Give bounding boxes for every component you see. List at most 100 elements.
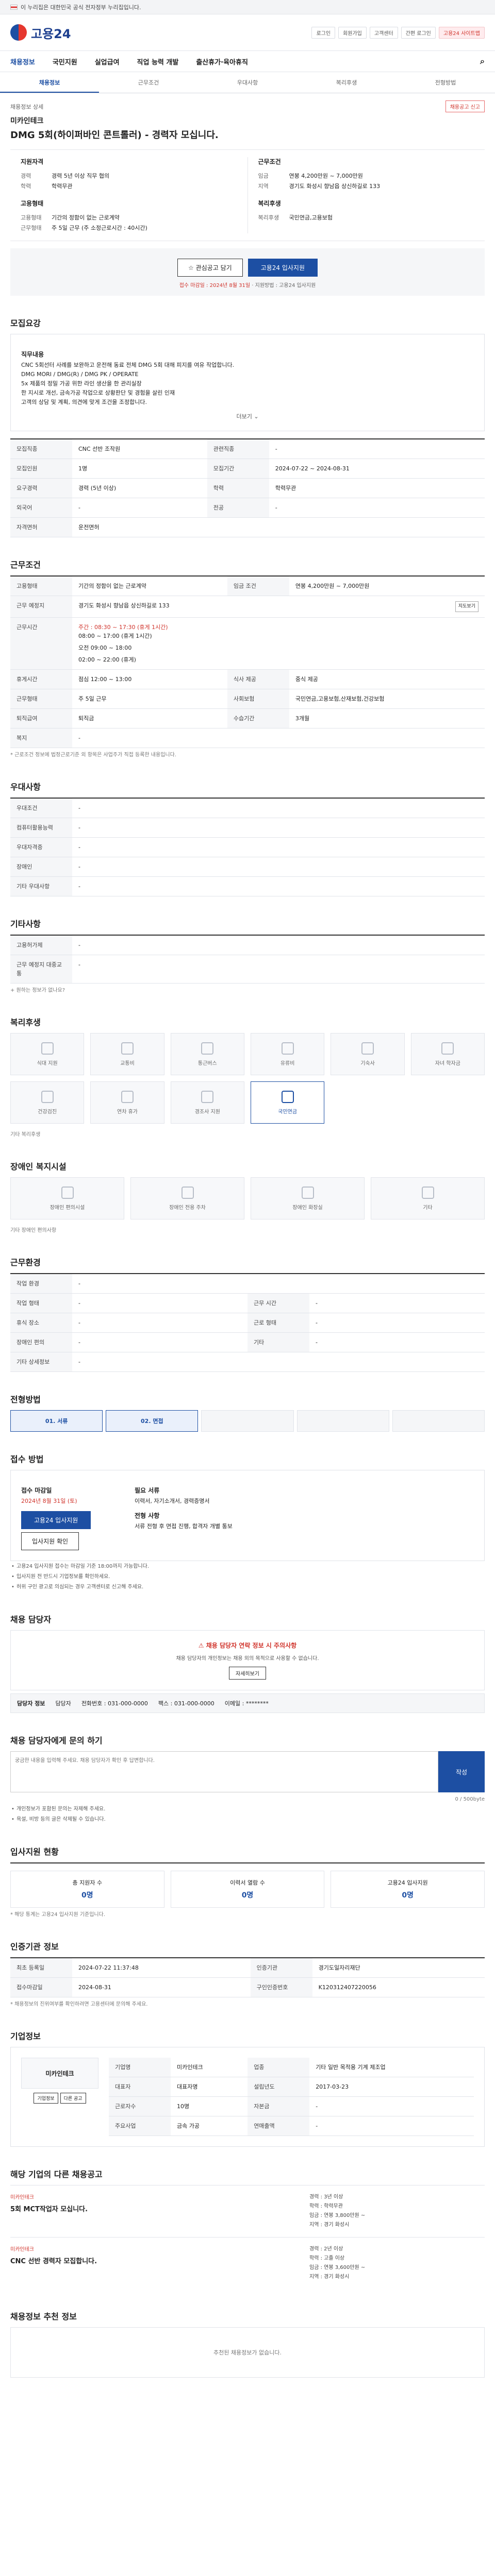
section-similar: 채용정보 추천 정보 추천된 채용정보가 없습니다. <box>10 2310 485 2378</box>
report-button[interactable]: 채용공고 신고 <box>445 100 485 112</box>
main-nav: 채용정보 국민지원 실업급여 직업 능력 개발 출산휴가·육아휴직 ⌕ <box>0 50 495 72</box>
site-header: 고용24 로그인 회원가입 고객센터 간편 로그인 고용24 사이트맵 <box>0 14 495 50</box>
section-selection: 전형방법 01. 서류 02. 면접 <box>10 1393 485 1432</box>
list-item[interactable]: 미카인테크 5회 MCT작업자 모십니다. 경력 : 3년 이상 학력 : 학력무관… <box>10 2185 485 2237</box>
other-jobs-button[interactable]: 다른 공고 <box>60 2093 86 2104</box>
section-tabs: 채용정보 근무조건 우대사항 복리후생 전형방법 <box>0 73 495 93</box>
flag-icon <box>10 4 18 10</box>
welfare-card: 교통비 <box>90 1033 164 1075</box>
util-cs[interactable]: 고객센터 <box>369 26 398 39</box>
parking-icon <box>181 1186 194 1199</box>
section-environment: 근무환경 작업 환경 - 작업 형태 - 근무 시간 - 휴식 장소 - 근로 형태 - 장애… <box>10 1256 485 1372</box>
section-disability: 장애인 복지시설 장애인 편의시설 장애인 전용 주차 장애인 화장실 기타 기… <box>10 1160 485 1235</box>
section-preference: 우대사항 우대조건 - 컴퓨터활용능력 - 우대자격증 - 장애인 - 기타 우대사항 - <box>10 780 485 896</box>
etc-icon <box>421 1186 434 1199</box>
apply-check-button[interactable]: 입사지원 확인 <box>21 1532 79 1550</box>
company-name: 미카인테크 <box>10 117 44 125</box>
util-menu: 로그인 회원가입 고객센터 간편 로그인 고용24 사이트맵 <box>311 26 485 39</box>
stat-total: 총 지원자 수 0명 <box>10 1871 164 1908</box>
welfare-card: 기숙사 <box>331 1033 405 1075</box>
company-logo: 미카인테크 <box>21 2058 98 2089</box>
util-sitemap[interactable]: 고용24 사이트맵 <box>438 26 485 39</box>
list-item[interactable]: 미카인테크 CNC 선반 경력자 모집합니다. 경력 : 2년 이상 학력 : 고졸… <box>10 2237 485 2289</box>
site-logo[interactable]: 고용24 <box>10 24 71 42</box>
stat-viewed: 이력서 열람 수 0명 <box>170 1871 325 1908</box>
transport-icon <box>121 1042 134 1055</box>
welfare-card-active: 국민연금 <box>250 1081 325 1124</box>
summary-qual-heading: 지원자격 <box>21 158 44 165</box>
section-apply: 접수 방법 접수 마감일 2024년 8월 31일 (토) 고용24 입사지원 … <box>10 1452 485 1592</box>
section-qna: 채용 담당자에게 문의 하기 작성 0 / 500byte 개인정보가 포함된 … <box>10 1734 485 1824</box>
meal-icon <box>41 1042 54 1055</box>
nav-leave[interactable]: 출산휴가·육아휴직 <box>196 57 248 66</box>
welfare-card: 연차 휴가 <box>90 1081 164 1124</box>
tab-condition[interactable]: 근무조건 <box>99 73 198 93</box>
section-etc: 기타사항 고용허가제 - 근무 예정지 대중교통 - + 원하는 정보가 없나요? <box>10 917 485 995</box>
tab-selection[interactable]: 전형방법 <box>396 73 495 93</box>
tab-welfare[interactable]: 복리후생 <box>297 73 396 93</box>
qna-submit-button[interactable]: 작성 <box>438 1751 485 1792</box>
more-info-link[interactable]: + 원하는 정보가 없나요? <box>10 987 485 995</box>
more-button[interactable]: 더보기 ⌄ <box>21 412 474 420</box>
recruit-table: 모집직종 CNC 선반 조작원 관련직종 - 모집인원 1명 모집기간 2024-07-22… <box>10 438 485 537</box>
util-join[interactable]: 회원가입 <box>338 26 367 39</box>
section-welfare: 복리후생 식대 지원 교통비 통근버스 유류비 기숙사 자녀 학자금 건강검진 … <box>10 1015 485 1139</box>
welfare-card: 통근버스 <box>170 1033 244 1075</box>
scrap-button[interactable]: ☆ 관심공고 담기 <box>177 259 243 277</box>
wheelchair-icon <box>61 1186 74 1199</box>
summary-condition-heading: 근무조건 <box>258 158 281 165</box>
school-icon <box>441 1042 454 1055</box>
job-title: DMG 5회(하이퍼바인 콘트롤러) - 경력자 모십니다. <box>10 130 219 141</box>
step-interview: 02. 면접 <box>106 1410 199 1432</box>
nav-training[interactable]: 직업 능력 개발 <box>137 57 179 66</box>
bus-icon <box>201 1042 214 1055</box>
section-cert: 인증기관 정보 최초 등록일 2024-07-22 11:37:48 인증기관 경기도… <box>10 1940 485 2009</box>
qna-input[interactable] <box>10 1751 438 1792</box>
nav-support[interactable]: 국민지원 <box>53 57 77 66</box>
util-login[interactable]: 로그인 <box>311 26 336 39</box>
nav-jobs[interactable]: 채용정보 <box>10 57 35 66</box>
welfare-card: 유류비 <box>250 1033 325 1075</box>
fuel-icon <box>281 1042 294 1055</box>
search-icon[interactable]: ⌕ <box>480 56 485 66</box>
dorm-icon <box>361 1042 374 1055</box>
health-icon <box>41 1090 54 1103</box>
apply-button-2[interactable]: 고용24 입사지원 <box>21 1511 91 1529</box>
welfare-card: 자녀 학자금 <box>410 1033 485 1075</box>
section-contact: 채용 담당자 ⚠ 채용 담당자 연락 정보 시 주의사항 채용 담당자의 개인정… <box>10 1613 485 1713</box>
company-info-button[interactable]: 기업정보 <box>34 2093 58 2104</box>
breadcrumb: 채용정보 상세 <box>10 103 44 110</box>
pension-icon <box>281 1090 294 1103</box>
step-empty <box>392 1410 485 1432</box>
welfare-card: 식대 지원 <box>10 1033 85 1075</box>
gov-notice: 이 누리집은 대한민국 공식 전자정부 누리집입니다. <box>21 4 141 11</box>
section-company: 기업정보 미카인테크 기업정보 다른 공고 기업명 미카인테크 업종 기타 일반 목적… <box>10 2029 485 2147</box>
section-stats: 입사지원 현황 총 지원자 수 0명 이력서 열람 수 0명 고용24 입사지원 0명… <box>10 1845 485 1919</box>
work-table: 고용형태 기간의 정함이 없는 근로계약 임금 조건 연봉 4,200만원 ~ 7,0… <box>10 575 485 748</box>
map-button[interactable]: 지도보기 <box>455 601 478 612</box>
section-work: 근무조건 고용형태 기간의 정함이 없는 근로계약 임금 조건 연봉 4,200만원 … <box>10 558 485 759</box>
section-recruit: 모집요강 직무내용 CNC 5회선터 사례를 보완하고 운전해 동료 전체 DM… <box>10 316 485 537</box>
step-document: 01. 서류 <box>10 1410 103 1432</box>
util-easy-login[interactable]: 간편 로그인 <box>401 26 436 39</box>
stat-online: 고용24 입사지원 0명 <box>331 1871 485 1908</box>
step-empty <box>296 1410 389 1432</box>
facility-card: 기타 <box>371 1177 485 1219</box>
nav-unemployment[interactable]: 실업급여 <box>95 57 120 66</box>
facility-card: 장애인 편의시설 <box>10 1177 124 1219</box>
restroom-icon <box>301 1186 314 1199</box>
step-empty <box>201 1410 294 1432</box>
warning-title: ⚠ 채용 담당자 연락 정보 시 주의사항 <box>198 1642 297 1649</box>
welfare-grid: 식대 지원 교통비 통근버스 유류비 기숙사 자녀 학자금 건강검진 연차 휴가… <box>10 1033 485 1124</box>
vacation-icon <box>121 1090 134 1103</box>
logo-icon <box>10 24 27 41</box>
apply-button[interactable]: 고용24 입사지원 <box>248 259 318 277</box>
detail-button[interactable]: 자세히보기 <box>229 1667 266 1680</box>
gift-icon <box>201 1090 214 1103</box>
job-summary: 지원자격 경력 경력 5년 이상 직무 협의 학력 학력무관 고용형태 고용형태 기간… <box>10 149 485 241</box>
facility-card: 장애인 화장실 <box>251 1177 365 1219</box>
facility-card: 장애인 전용 주차 <box>130 1177 244 1219</box>
tab-preference[interactable]: 우대사항 <box>198 73 297 93</box>
tab-recruit[interactable]: 채용정보 <box>0 73 99 93</box>
welfare-card: 경조사 지원 <box>170 1081 244 1124</box>
